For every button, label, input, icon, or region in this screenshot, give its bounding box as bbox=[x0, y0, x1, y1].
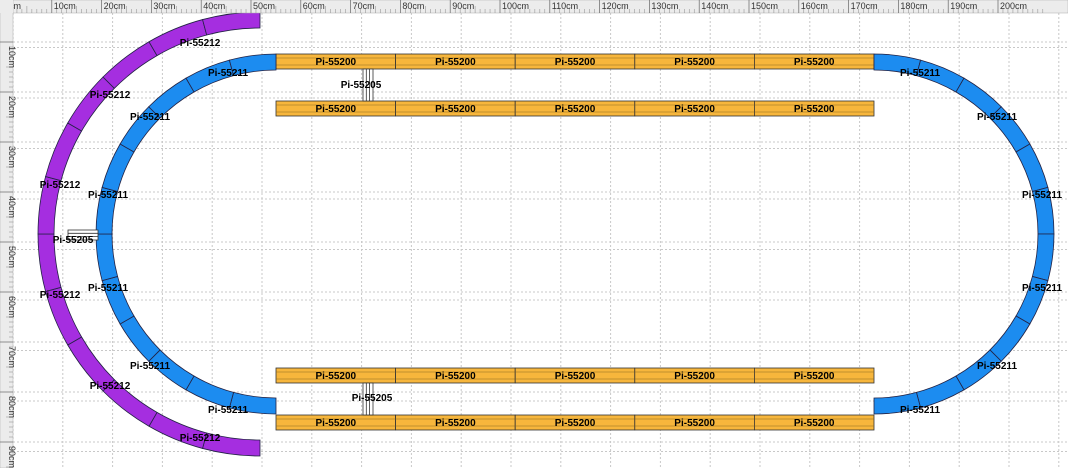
ruler-label: 140cm bbox=[701, 1, 728, 11]
curve-track-piece-inner bbox=[1015, 143, 1049, 193]
ruler-label: 150cm bbox=[751, 1, 778, 11]
track-label: Pi-55200 bbox=[435, 418, 476, 429]
ruler-label: 180cm bbox=[900, 1, 927, 11]
track-label: Pi-55200 bbox=[555, 418, 596, 429]
curve-track-piece-inner bbox=[119, 315, 161, 362]
track-label: Pi-55200 bbox=[435, 371, 476, 382]
ruler-label: 160cm bbox=[801, 1, 828, 11]
curve-track-piece-outer bbox=[67, 76, 115, 132]
track-label: Pi-55200 bbox=[316, 104, 357, 115]
ruler-label: 60cm bbox=[303, 1, 325, 11]
track-label: Pi-55211 bbox=[900, 405, 940, 416]
ruler-label: 170cm bbox=[851, 1, 878, 11]
track-label: Pi-55211 bbox=[88, 190, 128, 201]
ruler-label: 70cm bbox=[7, 346, 17, 368]
ruler-label: 190cm bbox=[950, 1, 977, 11]
track-plan-svg[interactable]: Pi-55200 Pi-55200 Pi-55200 Pi-55200 Pi-55200… bbox=[0, 0, 1068, 468]
ruler-label: 50cm bbox=[7, 246, 17, 268]
track-label: Pi-55211 bbox=[208, 405, 248, 416]
curve-track-piece-outer bbox=[202, 11, 261, 36]
ruler-label: 30cm bbox=[7, 146, 17, 168]
track-label: Pi-55211 bbox=[130, 112, 170, 123]
curve-track-piece-inner bbox=[95, 233, 119, 282]
track-label: Pi-55211 bbox=[1022, 190, 1062, 201]
track-label: Pi-55200 bbox=[794, 57, 835, 68]
ruler-label: 20cm bbox=[7, 96, 17, 118]
curve-track-piece-outer bbox=[45, 122, 83, 182]
ruler-label: 20cm bbox=[104, 1, 126, 11]
curve-track-piece-inner bbox=[1031, 233, 1055, 282]
curve-track-piece-inner bbox=[101, 143, 135, 193]
ruler-label: 130cm bbox=[651, 1, 678, 11]
curve-track-piece-inner bbox=[989, 315, 1031, 362]
track-label: Pi-55200 bbox=[674, 418, 715, 429]
track-label: Pi-55205 bbox=[341, 80, 382, 91]
ruler-corner bbox=[0, 0, 13, 13]
track-label: Pi-55200 bbox=[555, 104, 596, 115]
track-label: Pi-55200 bbox=[674, 57, 715, 68]
track-label: Pi-55200 bbox=[555, 371, 596, 382]
track-label: Pi-55212 bbox=[90, 381, 131, 392]
ruler-label: 40cm bbox=[203, 1, 225, 11]
track-label: Pi-55211 bbox=[88, 283, 128, 294]
track-label: Pi-55211 bbox=[900, 68, 940, 79]
ruler-label: 90cm bbox=[7, 446, 17, 468]
track-label: Pi-55200 bbox=[435, 57, 476, 68]
track-label: Pi-55200 bbox=[674, 371, 715, 382]
ruler-label: 90cm bbox=[452, 1, 474, 11]
ruler-label: 50cm bbox=[253, 1, 275, 11]
ruler-label: 100cm bbox=[502, 1, 529, 11]
track-label: Pi-55200 bbox=[316, 57, 357, 68]
curve-track-piece-inner bbox=[185, 375, 235, 409]
track-label: Pi-55200 bbox=[794, 104, 835, 115]
track-label: Pi-55200 bbox=[435, 104, 476, 115]
ruler-label: 200cm bbox=[1000, 1, 1027, 11]
track-layout-canvas[interactable]: Pi-55200 Pi-55200 Pi-55200 Pi-55200 Pi-55200… bbox=[0, 0, 1068, 468]
track-label: Pi-55212 bbox=[90, 90, 131, 101]
ruler-label: 10cm bbox=[54, 1, 76, 11]
ruler-label: 60cm bbox=[7, 296, 17, 318]
track-label: Pi-55211 bbox=[1022, 283, 1062, 294]
ruler-label: 80cm bbox=[7, 396, 17, 418]
ruler-label: 70cm bbox=[353, 1, 375, 11]
track-label: Pi-55200 bbox=[794, 371, 835, 382]
track-label: Pi-55211 bbox=[977, 361, 1017, 372]
ruler-label: 30cm bbox=[153, 1, 175, 11]
track-label: Pi-55211 bbox=[130, 361, 170, 372]
track-label: Pi-55200 bbox=[794, 418, 835, 429]
track-label: Pi-55212 bbox=[180, 38, 221, 49]
track-label: Pi-55200 bbox=[674, 104, 715, 115]
ruler-label: 10cm bbox=[7, 46, 17, 68]
track-label: Pi-55200 bbox=[316, 418, 357, 429]
track-label: Pi-55205 bbox=[53, 235, 94, 246]
ruler-label: 120cm bbox=[602, 1, 629, 11]
ruler-label: 110cm bbox=[552, 1, 578, 11]
track-label: Pi-55200 bbox=[316, 371, 357, 382]
track-label: Pi-55212 bbox=[180, 433, 221, 444]
track-label: Pi-55211 bbox=[208, 68, 248, 79]
curve-track-piece-inner bbox=[915, 375, 965, 409]
ruler-label: 80cm bbox=[402, 1, 424, 11]
track-label: Pi-55200 bbox=[555, 57, 596, 68]
curve-track-piece-outer bbox=[102, 41, 158, 89]
track-label: Pi-55211 bbox=[977, 112, 1017, 123]
track-label: Pi-55212 bbox=[40, 180, 81, 191]
ruler-label: 40cm bbox=[7, 196, 17, 218]
track-label: Pi-55212 bbox=[40, 290, 81, 301]
track-label: Pi-55205 bbox=[352, 393, 393, 404]
